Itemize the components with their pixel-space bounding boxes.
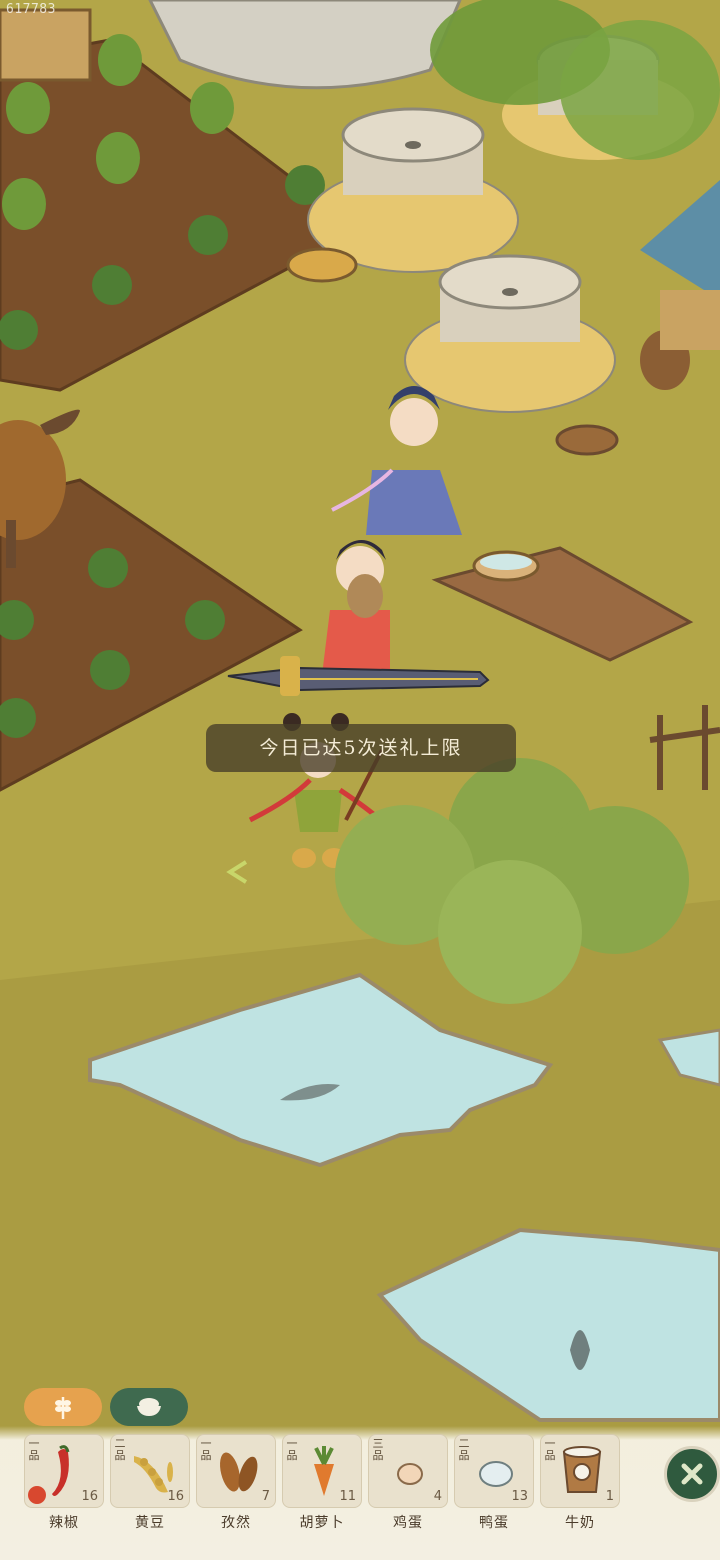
item-name: 鸡蛋 bbox=[393, 1515, 423, 1531]
wheat-icon bbox=[55, 1397, 71, 1419]
item-name: 辣椒 bbox=[49, 1515, 79, 1531]
item-count: 1 bbox=[605, 1489, 614, 1504]
item-grade: 一品 bbox=[28, 1437, 40, 1462]
item-grade: 一品 bbox=[544, 1437, 556, 1462]
close-button[interactable] bbox=[664, 1446, 720, 1502]
inventory-tabs bbox=[24, 1388, 188, 1426]
item-slot-carrot[interactable]: 一品 11 胡萝卜 bbox=[282, 1434, 362, 1554]
gift-limit-toast: 今日已达5次送礼上限 bbox=[206, 724, 516, 772]
item-slot-cumin[interactable]: 一品 7 孜然 bbox=[196, 1434, 276, 1554]
chicken-egg-icon bbox=[397, 1463, 423, 1485]
item-count: 11 bbox=[339, 1489, 356, 1504]
rice-bowl-icon bbox=[137, 1398, 161, 1416]
item-count: 4 bbox=[433, 1489, 442, 1504]
item-grade: 二品 bbox=[458, 1437, 470, 1462]
player-uid: 617783 bbox=[6, 2, 56, 17]
item-grade: 一品 bbox=[200, 1437, 212, 1462]
item-name: 黄豆 bbox=[135, 1515, 165, 1531]
milk-bucket-icon bbox=[562, 1446, 602, 1493]
item-slot-chicken-egg[interactable]: 三品 4 鸡蛋 bbox=[368, 1434, 448, 1554]
game-scene[interactable] bbox=[0, 0, 720, 1560]
item-grade: 三品 bbox=[372, 1437, 384, 1462]
favorite-badge bbox=[28, 1486, 46, 1504]
cumin-icon bbox=[220, 1452, 258, 1492]
item-count: 13 bbox=[511, 1489, 528, 1504]
inventory-slots: 一品 16 辣椒 二品 16 黄豆 一品 7 孜然 一品 11 胡萝卜 三品 4… bbox=[24, 1434, 644, 1554]
item-slot-chili[interactable]: 一品 16 辣椒 bbox=[24, 1434, 104, 1554]
item-count: 16 bbox=[81, 1489, 98, 1504]
tab-dishes[interactable] bbox=[110, 1388, 188, 1426]
item-grade: 二品 bbox=[114, 1437, 126, 1462]
close-icon bbox=[681, 1463, 703, 1485]
item-slot-soybean[interactable]: 二品 16 黄豆 bbox=[110, 1434, 190, 1554]
item-name: 牛奶 bbox=[565, 1515, 595, 1531]
tab-ingredients[interactable] bbox=[24, 1388, 102, 1426]
item-name: 孜然 bbox=[221, 1515, 251, 1531]
item-slot-milk[interactable]: 一品 1 牛奶 bbox=[540, 1434, 620, 1554]
item-slot-duck-egg[interactable]: 二品 13 鸭蛋 bbox=[454, 1434, 534, 1554]
crate bbox=[0, 8, 92, 82]
item-count: 16 bbox=[167, 1489, 184, 1504]
item-count: 7 bbox=[261, 1489, 270, 1504]
item-grade: 一品 bbox=[286, 1437, 298, 1462]
item-name: 胡萝卜 bbox=[299, 1515, 345, 1531]
item-name: 鸭蛋 bbox=[479, 1515, 509, 1531]
